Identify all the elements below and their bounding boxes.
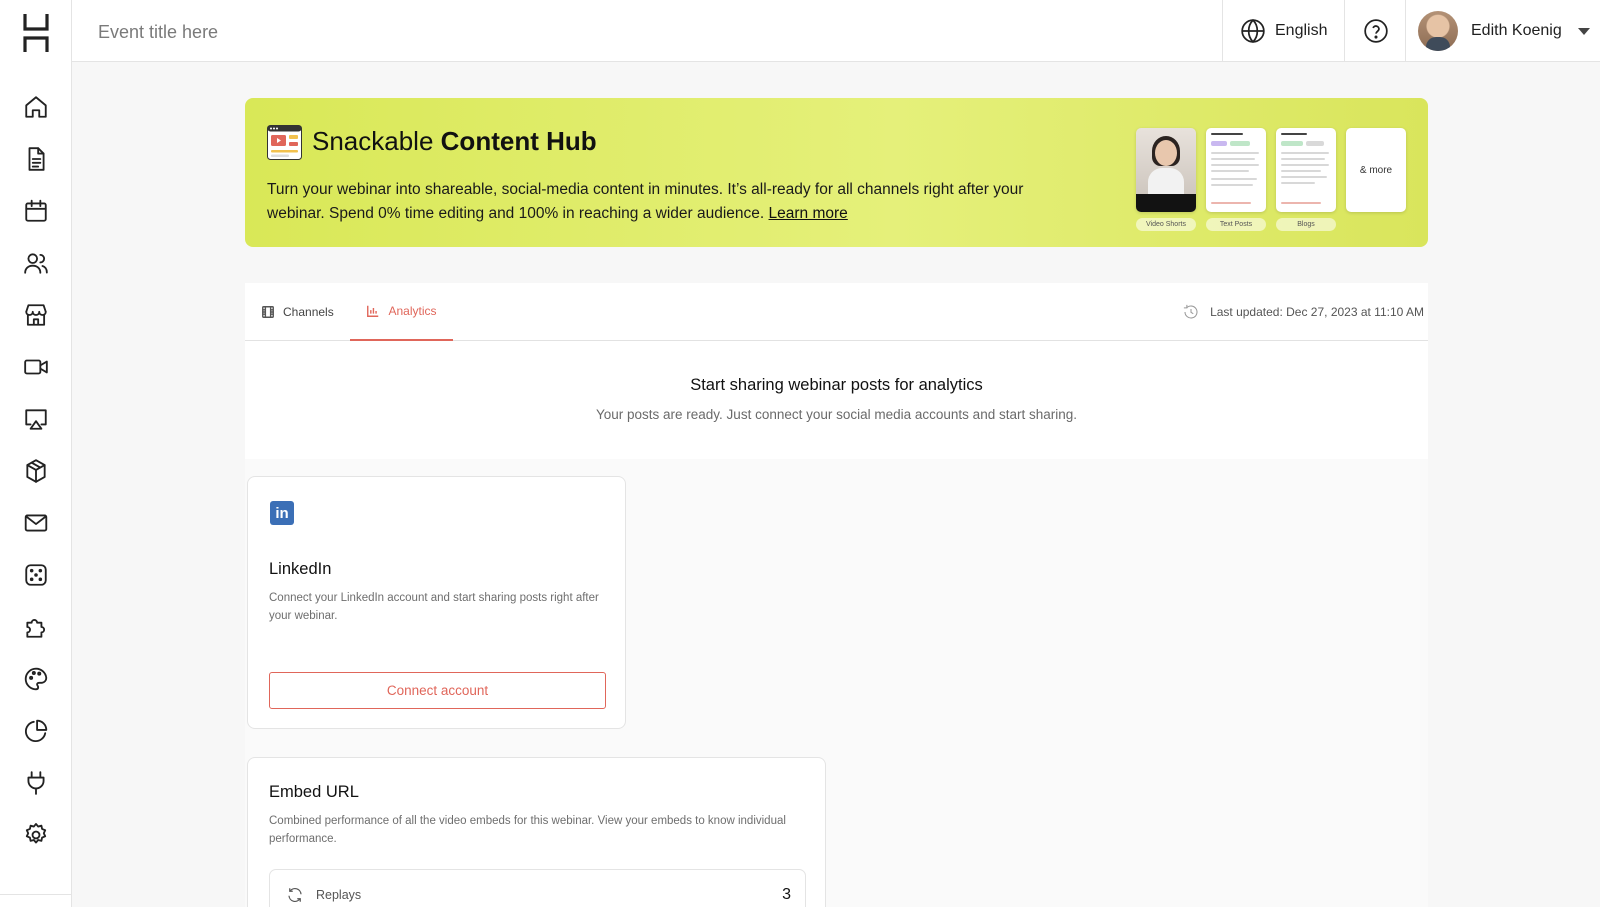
settings-gear-icon bbox=[25, 823, 47, 844]
more-thumbnail: & more bbox=[1346, 128, 1406, 212]
text-posts-thumbnail bbox=[1206, 128, 1266, 212]
event-title-input[interactable] bbox=[98, 19, 698, 45]
palette-icon bbox=[24, 667, 48, 691]
users-icon bbox=[24, 253, 48, 274]
film-icon bbox=[262, 306, 274, 318]
analytics-empty-state: Start sharing webinar posts for analytic… bbox=[245, 341, 1428, 459]
thumbnail-label: Text Posts bbox=[1206, 218, 1266, 231]
tabs-bar: Channels Analytics Last updated: Dec 27,… bbox=[245, 283, 1428, 341]
mail-icon bbox=[24, 514, 48, 532]
tab-label: Channels bbox=[283, 305, 334, 319]
linkedin-icon: in bbox=[270, 501, 294, 525]
header-divider bbox=[1405, 0, 1406, 62]
bar-chart-icon bbox=[367, 305, 379, 317]
help-circle-icon bbox=[1364, 19, 1388, 43]
help-button[interactable] bbox=[1363, 18, 1389, 44]
sidebar-item-present[interactable] bbox=[22, 405, 50, 433]
sidebar-item-documents[interactable] bbox=[22, 145, 50, 173]
language-selector[interactable]: English bbox=[1240, 0, 1327, 62]
refresh-icon bbox=[288, 887, 302, 903]
user-menu[interactable]: Edith Koenig bbox=[1418, 0, 1590, 62]
puzzle-icon bbox=[26, 619, 45, 638]
linkedin-card: in LinkedIn Connect your LinkedIn accoun… bbox=[247, 476, 626, 729]
video-content-icon bbox=[267, 125, 302, 160]
content-hub-banner: Snackable Content Hub Turn your webinar … bbox=[245, 98, 1428, 247]
blogs-thumbnail bbox=[1276, 128, 1336, 212]
sidebar-divider bbox=[0, 894, 72, 895]
chevron-down-icon bbox=[1577, 27, 1590, 35]
plug-icon bbox=[27, 771, 45, 795]
sidebar-item-home[interactable] bbox=[22, 93, 50, 121]
store-icon bbox=[25, 304, 47, 326]
document-icon bbox=[28, 147, 45, 171]
sidebar-item-settings[interactable] bbox=[22, 821, 50, 849]
linkedin-title: LinkedIn bbox=[269, 560, 332, 578]
thumbnail-label: Blogs bbox=[1276, 218, 1336, 231]
sidebar-item-integrations[interactable] bbox=[22, 613, 50, 641]
replays-label: Replays bbox=[316, 888, 362, 902]
language-label: English bbox=[1275, 22, 1328, 39]
box-icon bbox=[26, 459, 46, 483]
user-name: Edith Koenig bbox=[1471, 22, 1562, 39]
tab-channels[interactable]: Channels bbox=[261, 283, 334, 341]
sidebar-item-calendar[interactable] bbox=[22, 197, 50, 225]
sidebar-item-products[interactable] bbox=[22, 457, 50, 485]
replays-stat: Replays 3 bbox=[269, 869, 806, 907]
content-hub-panel: Channels Analytics Last updated: Dec 27,… bbox=[245, 283, 1428, 907]
empty-state-title: Start sharing webinar posts for analytic… bbox=[690, 376, 983, 394]
last-updated-text: Last updated: Dec 27, 2023 at 11:10 AM bbox=[1210, 305, 1424, 319]
sidebar-item-analytics[interactable] bbox=[22, 717, 50, 745]
empty-state-subtitle: Your posts are ready. Just connect your … bbox=[595, 407, 1077, 422]
presentation-icon bbox=[25, 409, 47, 430]
sidebar bbox=[0, 0, 72, 907]
home-icon bbox=[25, 96, 47, 118]
video-shorts-thumbnail bbox=[1136, 128, 1196, 212]
linkedin-description: Connect your LinkedIn account and start … bbox=[269, 592, 599, 622]
banner-description: Turn your webinar into shareable, social… bbox=[267, 181, 1024, 222]
tab-analytics[interactable]: Analytics bbox=[350, 283, 453, 341]
video-camera-icon bbox=[24, 359, 48, 375]
dice-icon bbox=[25, 564, 47, 586]
history-icon bbox=[1183, 304, 1198, 319]
sidebar-item-branding[interactable] bbox=[22, 665, 50, 693]
sidebar-item-plugins[interactable] bbox=[22, 769, 50, 797]
last-updated: Last updated: Dec 27, 2023 at 11:10 AM bbox=[1182, 283, 1424, 341]
brand-logo[interactable] bbox=[22, 12, 50, 54]
sidebar-item-video[interactable] bbox=[22, 353, 50, 381]
embed-url-title: Embed URL bbox=[269, 783, 359, 801]
learn-more-link[interactable]: Learn more bbox=[769, 205, 848, 222]
globe-icon bbox=[1241, 18, 1265, 44]
tab-label: Analytics bbox=[388, 304, 437, 318]
pie-chart-icon bbox=[25, 719, 48, 742]
banner-title: Snackable Content Hub bbox=[312, 126, 597, 156]
sidebar-item-games[interactable] bbox=[22, 561, 50, 589]
calendar-icon bbox=[25, 199, 47, 222]
embed-url-card: Embed URL Combined performance of all th… bbox=[247, 757, 826, 907]
embed-url-description: Combined performance of all the video em… bbox=[269, 815, 786, 845]
replays-value: 3 bbox=[782, 886, 791, 903]
sidebar-item-people[interactable] bbox=[22, 249, 50, 277]
sidebar-item-store[interactable] bbox=[22, 301, 50, 329]
content-thumbnails: Video Shorts Text Posts Blogs & more bbox=[1136, 128, 1406, 233]
avatar bbox=[1418, 11, 1458, 51]
header-divider bbox=[1344, 0, 1345, 62]
thumbnail-label: Video Shorts bbox=[1136, 218, 1196, 231]
header-divider bbox=[1222, 0, 1223, 62]
top-header: English Edith Koenig bbox=[72, 0, 1600, 62]
connect-account-button[interactable]: Connect account bbox=[269, 672, 606, 709]
sidebar-item-mail[interactable] bbox=[22, 509, 50, 537]
